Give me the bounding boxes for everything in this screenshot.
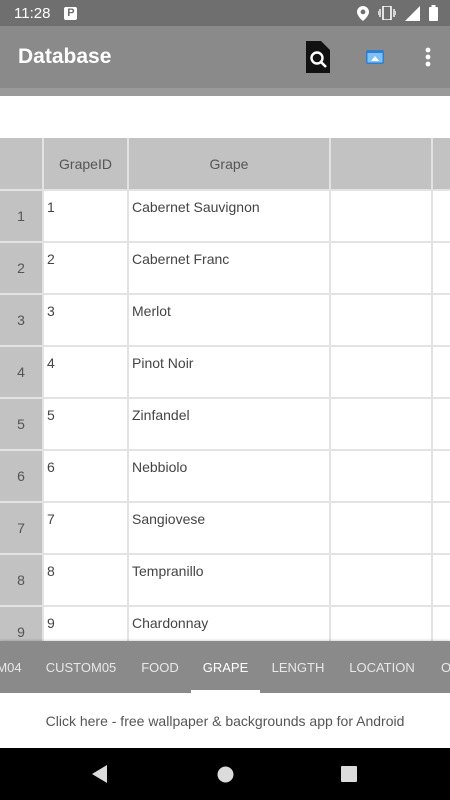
- tab-overflow[interactable]: O: [436, 641, 450, 693]
- app-bar: Database: [0, 26, 450, 88]
- cell-grapeid[interactable]: 2: [44, 243, 127, 293]
- search-button[interactable]: [292, 32, 342, 82]
- row-number: 8: [0, 555, 42, 605]
- tab-m04[interactable]: M04: [0, 641, 24, 693]
- search-field[interactable]: [0, 96, 450, 138]
- cell-empty[interactable]: [331, 191, 431, 241]
- tab-custom05[interactable]: CUSTOM05: [40, 641, 122, 693]
- column-header-3[interactable]: [331, 138, 431, 189]
- recents-button[interactable]: [319, 748, 379, 800]
- cell-grapeid[interactable]: 5: [44, 399, 127, 449]
- window-icon: [366, 50, 384, 64]
- cell-grape[interactable]: Cabernet Franc: [129, 243, 329, 293]
- cell-empty[interactable]: [331, 243, 431, 293]
- parking-p-icon: P: [64, 6, 78, 20]
- vibrate-icon: [378, 6, 396, 20]
- home-button[interactable]: [195, 748, 255, 800]
- cell-grape[interactable]: Zinfandel: [129, 399, 329, 449]
- row-number: 6: [0, 451, 42, 501]
- divider: [0, 88, 450, 96]
- more-vert-icon: [425, 47, 431, 67]
- data-grid: GrapeID Grape 1 1 Cabernet Sauvignon 2 2 Cabe…: [0, 138, 450, 641]
- more-options-button[interactable]: [406, 32, 450, 82]
- cell-empty[interactable]: [433, 191, 450, 241]
- column-header-grapeid[interactable]: GrapeID: [44, 138, 127, 189]
- row-number: 5: [0, 399, 42, 449]
- row-number: 2: [0, 243, 42, 293]
- cell-empty[interactable]: [331, 607, 431, 641]
- location-icon: [357, 5, 369, 21]
- status-icons: [357, 5, 438, 21]
- signal-icon: [405, 5, 420, 21]
- cell-empty[interactable]: [331, 503, 431, 553]
- row-number: 1: [0, 191, 42, 241]
- cell-grapeid[interactable]: 7: [44, 503, 127, 553]
- recents-icon: [341, 766, 357, 782]
- cell-empty[interactable]: [331, 399, 431, 449]
- cell-grapeid[interactable]: 8: [44, 555, 127, 605]
- ad-banner[interactable]: Click here - free wallpaper & background…: [0, 693, 450, 748]
- cell-grapeid[interactable]: 6: [44, 451, 127, 501]
- cell-empty[interactable]: [331, 295, 431, 345]
- cell-empty[interactable]: [331, 555, 431, 605]
- cell-grapeid[interactable]: 9: [44, 607, 127, 641]
- cell-empty[interactable]: [433, 243, 450, 293]
- column-header-grape[interactable]: Grape: [129, 138, 329, 189]
- status-bar: 11:28 P: [0, 0, 450, 26]
- cell-grapeid[interactable]: 4: [44, 347, 127, 397]
- window-button[interactable]: [350, 32, 400, 82]
- cell-empty[interactable]: [433, 451, 450, 501]
- row-number: 3: [0, 295, 42, 345]
- cell-grape[interactable]: Tempranillo: [129, 555, 329, 605]
- navigation-bar: [0, 748, 450, 800]
- column-header-4[interactable]: [433, 138, 450, 189]
- back-icon: [92, 765, 107, 783]
- row-number: 4: [0, 347, 42, 397]
- cell-grapeid[interactable]: 1: [44, 191, 127, 241]
- search-icon: [306, 41, 330, 73]
- row-number: 7: [0, 503, 42, 553]
- home-icon: [217, 766, 233, 782]
- cell-empty[interactable]: [331, 451, 431, 501]
- cell-grape[interactable]: Nebbiolo: [129, 451, 329, 501]
- app-title: Database: [18, 45, 112, 68]
- cell-empty[interactable]: [433, 295, 450, 345]
- back-button[interactable]: [70, 748, 130, 800]
- corner-cell: [0, 138, 42, 189]
- row-number: 9: [0, 607, 42, 641]
- cell-empty[interactable]: [433, 347, 450, 397]
- cell-grapeid[interactable]: 3: [44, 295, 127, 345]
- cell-grape[interactable]: Pinot Noir: [129, 347, 329, 397]
- cell-empty[interactable]: [433, 555, 450, 605]
- cell-grape[interactable]: Chardonnay: [129, 607, 329, 641]
- status-time: 11:28: [14, 4, 51, 22]
- cell-grape[interactable]: Cabernet Sauvignon: [129, 191, 329, 241]
- tab-food[interactable]: FOOD: [134, 641, 186, 693]
- cell-grape[interactable]: Sangiovese: [129, 503, 329, 553]
- cell-empty[interactable]: [331, 347, 431, 397]
- cell-grape[interactable]: Merlot: [129, 295, 329, 345]
- cell-empty[interactable]: [433, 399, 450, 449]
- tab-location[interactable]: LOCATION: [342, 641, 422, 693]
- table-tabs: M04 CUSTOM05 FOOD GRAPE LENGTH LOCATION …: [0, 641, 450, 693]
- tab-grape[interactable]: GRAPE: [191, 641, 260, 693]
- cell-empty[interactable]: [433, 503, 450, 553]
- battery-icon: [429, 5, 438, 21]
- tab-length[interactable]: LENGTH: [265, 641, 331, 693]
- cell-empty[interactable]: [433, 607, 450, 641]
